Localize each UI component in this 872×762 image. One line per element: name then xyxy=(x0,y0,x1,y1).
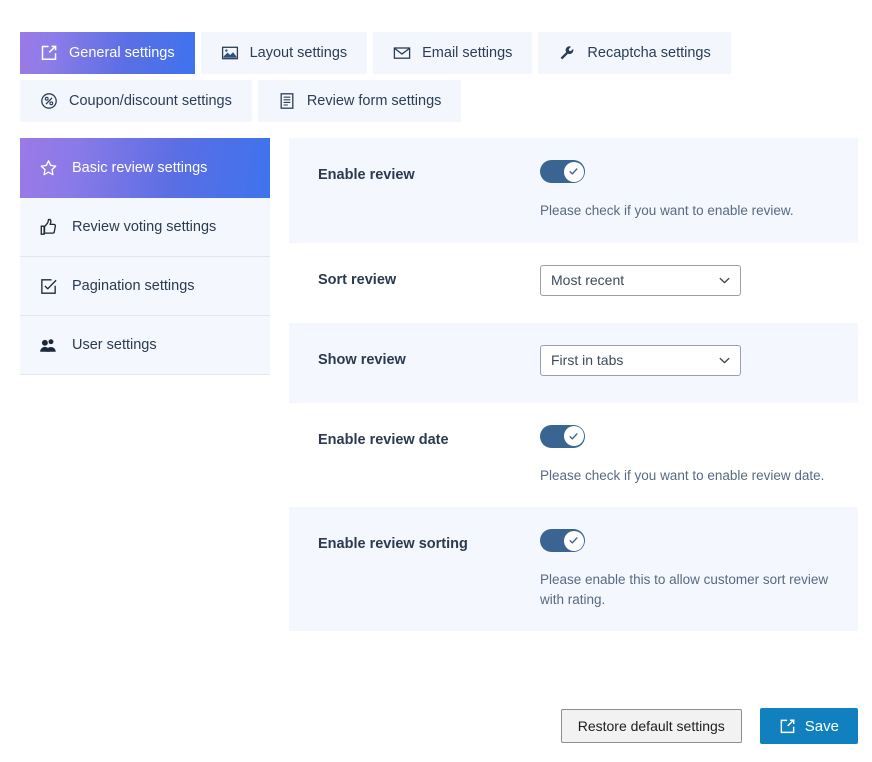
enable-review-toggle[interactable] xyxy=(540,160,585,183)
tab-label: Review form settings xyxy=(306,93,442,109)
users-icon xyxy=(38,335,58,355)
tab-coupon-discount-settings[interactable]: Coupon/discount settings xyxy=(20,80,252,122)
setting-control: Please enable this to allow customer sor… xyxy=(540,529,830,609)
setting-label: Enable review xyxy=(318,167,415,183)
setting-helper-text: Please enable this to allow customer sor… xyxy=(540,572,829,607)
chevron-down-icon xyxy=(718,346,731,375)
tab-row-secondary: Coupon/discount settings Review form set… xyxy=(20,80,852,122)
settings-main-panel: Enable review Please check if you want t… xyxy=(289,138,858,632)
sidebar-item-user-settings[interactable]: User settings xyxy=(20,316,270,375)
sidebar-item-basic-review-settings[interactable]: Basic review settings xyxy=(20,138,270,198)
setting-row-enable-review-sorting: Enable review sorting Please enable this… xyxy=(289,507,858,632)
tab-label: Coupon/discount settings xyxy=(69,93,232,109)
setting-label: Enable review sorting xyxy=(318,536,468,553)
sidebar-item-label: Basic review settings xyxy=(72,160,208,176)
envelope-icon xyxy=(393,44,411,62)
settings-page: General settings Layout settings Email s… xyxy=(0,0,872,762)
setting-label: Sort review xyxy=(318,271,397,288)
percent-circle-icon xyxy=(40,92,58,110)
setting-row-sort-review: Sort review Most recent xyxy=(289,242,858,323)
tab-row-primary: General settings Layout settings Email s… xyxy=(20,32,852,74)
tab-review-form-settings[interactable]: Review form settings xyxy=(257,80,462,122)
star-icon xyxy=(38,158,58,178)
show-review-select[interactable]: First in tabs xyxy=(540,344,741,376)
tab-general-settings[interactable]: General settings xyxy=(20,32,195,74)
wrench-icon xyxy=(558,44,576,62)
tab-label: Layout settings xyxy=(249,45,348,61)
tab-layout-settings[interactable]: Layout settings xyxy=(200,32,368,74)
setting-label: Show review xyxy=(318,351,406,368)
settings-sidebar: Basic review settings Review voting sett… xyxy=(20,138,270,375)
toggle-knob xyxy=(563,426,584,447)
thumbs-up-icon xyxy=(38,217,58,237)
select-value: Most recent xyxy=(551,272,625,289)
document-list-icon xyxy=(278,92,296,110)
checkbox-icon xyxy=(38,276,58,296)
save-button-label: Save xyxy=(804,717,839,735)
setting-control: First in tabs xyxy=(540,344,830,381)
enable-review-date-toggle[interactable] xyxy=(540,424,585,448)
enable-review-sorting-toggle[interactable] xyxy=(540,529,585,553)
setting-control: Please check if you want to enable revie… xyxy=(540,424,830,486)
setting-helper-text: Please check if you want to enable revie… xyxy=(540,467,825,483)
setting-label: Enable review date xyxy=(318,431,449,448)
toggle-knob xyxy=(563,530,584,551)
settings-tabbar: General settings Layout settings Email s… xyxy=(20,32,852,122)
toggle-knob xyxy=(563,161,584,182)
sidebar-item-label: Pagination settings xyxy=(72,278,195,294)
setting-helper-text: Please check if you want to enable revie… xyxy=(540,203,794,218)
image-icon xyxy=(221,44,239,62)
setting-row-enable-review-date: Enable review date Please check if you w… xyxy=(289,402,858,508)
tab-recaptcha-settings[interactable]: Recaptcha settings xyxy=(538,32,731,74)
sort-review-select[interactable]: Most recent xyxy=(540,264,741,296)
tab-label: Email settings xyxy=(422,45,513,61)
sidebar-item-label: Review voting settings xyxy=(72,219,217,235)
setting-control: Please check if you want to enable revie… xyxy=(540,160,830,221)
tab-email-settings[interactable]: Email settings xyxy=(373,32,533,74)
edit-square-icon xyxy=(40,44,58,62)
sidebar-item-review-voting-settings[interactable]: Review voting settings xyxy=(20,198,270,257)
chevron-down-icon xyxy=(718,266,731,295)
sidebar-item-label: User settings xyxy=(72,337,157,353)
footer-actions: Restore default settings Save xyxy=(560,708,858,744)
select-value: First in tabs xyxy=(551,352,624,369)
setting-row-show-review: Show review First in tabs xyxy=(289,322,858,403)
setting-control: Most recent xyxy=(540,264,830,301)
save-button[interactable]: Save xyxy=(759,708,858,744)
tab-label: Recaptcha settings xyxy=(587,45,711,61)
edit-square-icon xyxy=(779,718,796,735)
restore-default-settings-button[interactable]: Restore default settings xyxy=(560,709,742,743)
sidebar-item-pagination-settings[interactable]: Pagination settings xyxy=(20,257,270,316)
tab-label: General settings xyxy=(69,45,175,61)
setting-row-enable-review: Enable review Please check if you want t… xyxy=(289,138,858,243)
